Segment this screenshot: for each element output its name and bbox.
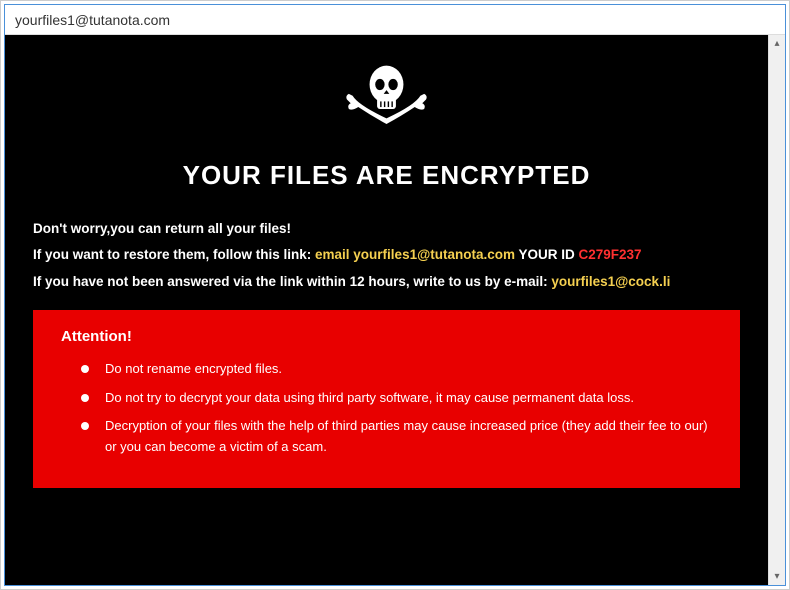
attention-box: Attention! Do not rename encrypted files…: [33, 310, 740, 488]
main-heading: YOUR FILES ARE ENCRYPTED: [33, 160, 740, 191]
skull-logo: [33, 60, 740, 145]
attention-item: Do not rename encrypted files.: [81, 359, 720, 380]
skull-crossbones-icon: [339, 60, 434, 140]
outer-frame: yourfiles1@tutanota.com: [0, 0, 790, 590]
attention-title: Attention!: [61, 328, 720, 345]
contact-email-2: yourfiles1@cock.li: [551, 274, 670, 289]
info-text-1: Don't worry,you can return all your file…: [33, 221, 291, 236]
info-text-3-prefix: If you have not been answered via the li…: [33, 274, 551, 289]
attention-item: Decryption of your files with the help o…: [81, 416, 720, 458]
title-bar[interactable]: yourfiles1@tutanota.com: [5, 5, 785, 35]
attention-item: Do not try to decrypt your data using th…: [81, 388, 720, 409]
info-text-2-prefix: If you want to restore them, follow this…: [33, 247, 315, 262]
contact-email-1: email yourfiles1@tutanota.com: [315, 247, 515, 262]
vertical-scrollbar[interactable]: ▴ ▾: [768, 35, 785, 585]
attention-list: Do not rename encrypted files. Do not tr…: [61, 359, 720, 458]
victim-id: C279F237: [579, 247, 642, 262]
ransom-content: YOUR FILES ARE ENCRYPTED Don't worry,you…: [5, 35, 768, 585]
scroll-down-icon[interactable]: ▾: [769, 568, 785, 585]
content-wrapper: YOUR FILES ARE ENCRYPTED Don't worry,you…: [5, 35, 785, 585]
info-line-2: If you want to restore them, follow this…: [33, 245, 740, 265]
info-line-3: If you have not been answered via the li…: [33, 272, 740, 292]
scroll-up-icon[interactable]: ▴: [769, 35, 785, 52]
id-label: YOUR ID: [515, 247, 579, 262]
app-window: yourfiles1@tutanota.com: [4, 4, 786, 586]
window-title: yourfiles1@tutanota.com: [15, 12, 170, 28]
info-line-1: Don't worry,you can return all your file…: [33, 219, 740, 239]
